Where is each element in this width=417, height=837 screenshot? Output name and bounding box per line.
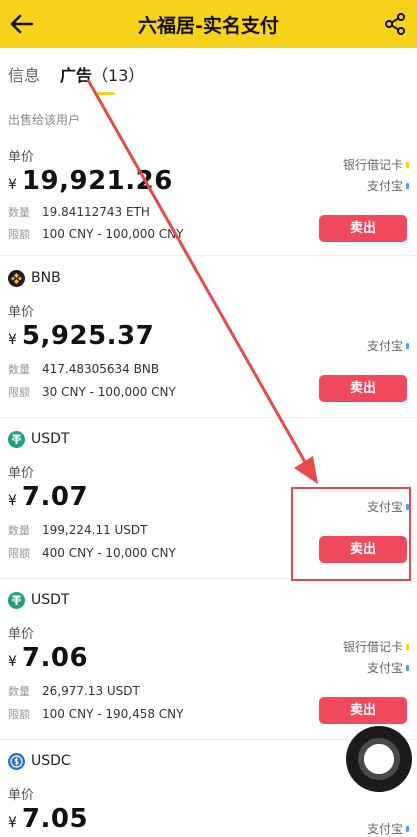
section-label: 出售给该用户 xyxy=(8,113,81,127)
tab-ads[interactable]: 广告（13） xyxy=(60,62,144,86)
bnb-icon xyxy=(8,269,25,287)
tab-ads-label: 广告 xyxy=(60,66,93,85)
coin-header: USDT xyxy=(8,429,69,449)
sell-button[interactable]: 卖出 xyxy=(319,697,407,724)
ad-card: 单价 ¥ 19,921.26 数量 19.84112743 ETH 限额 100 C… xyxy=(0,140,417,256)
coin-header: BNB xyxy=(8,268,61,288)
quantity-value: 417.48305634 BNB xyxy=(42,362,160,376)
quantity-label: 数量 xyxy=(8,206,30,219)
ad-card: USDT 单价 ¥ 7.06 数量 26,977.13 USDT 限额 100 CN… xyxy=(0,579,417,740)
coin-name: USDC xyxy=(31,753,71,769)
coin-name: USDT xyxy=(31,592,70,608)
usdt-icon xyxy=(8,591,25,609)
limit-row: 限额 100 CNY - 100,000 CNY xyxy=(8,226,184,242)
price-value: 19,921.26 xyxy=(21,166,173,196)
alipay-dot-icon xyxy=(406,825,409,832)
quantity-value: 26,977.13 USDT xyxy=(42,684,140,698)
price-value: 7.07 xyxy=(21,482,89,512)
usdc-icon xyxy=(8,752,25,770)
quantity-row: 数量 19.84112743 ETH xyxy=(8,204,150,220)
alipay-dot-icon xyxy=(406,342,409,349)
payment-method: 支付宝 xyxy=(367,820,409,837)
quantity-label: 数量 xyxy=(8,524,30,537)
unit-price-label: 单价 xyxy=(8,627,35,642)
page-title: 六福居-实名支付 xyxy=(138,15,279,37)
limit-value: 100 CNY - 100,000 CNY xyxy=(42,227,184,241)
coin-name: BNB xyxy=(31,270,61,286)
unit-price-label: 单价 xyxy=(8,305,35,320)
quantity-label: 数量 xyxy=(8,363,30,376)
limit-label: 限额 xyxy=(8,386,30,399)
app-header: 六福居-实名支付 xyxy=(0,0,417,48)
floating-assistive-button[interactable] xyxy=(346,726,412,792)
currency-symbol: ¥ xyxy=(8,654,17,670)
price: ¥ 7.07 xyxy=(8,482,88,512)
price-value: 5,925.37 xyxy=(21,321,155,351)
payment-method: 银行借记卡 xyxy=(343,156,409,173)
limit-value: 100 CNY - 190,458 CNY xyxy=(42,707,184,721)
sell-button[interactable]: 卖出 xyxy=(319,375,407,402)
price-value: 7.06 xyxy=(21,643,89,673)
coin-header: USDC xyxy=(8,751,71,771)
share-icon[interactable] xyxy=(383,12,407,36)
annotation-highlight-box xyxy=(291,487,411,581)
coin-header: USDT xyxy=(8,590,69,610)
currency-symbol: ¥ xyxy=(8,177,17,193)
quantity-row: 数量 417.48305634 BNB xyxy=(8,361,159,377)
alipay-dot-icon xyxy=(406,182,409,189)
payment-method: 支付宝 xyxy=(367,337,409,354)
payment-method: 支付宝 xyxy=(367,177,409,194)
payment-method: 银行借记卡 xyxy=(343,638,409,655)
sell-button[interactable]: 卖出 xyxy=(319,215,407,242)
unit-price-label: 单价 xyxy=(8,466,35,481)
unit-price-label: 单价 xyxy=(8,788,35,803)
bank-dot-icon xyxy=(406,161,409,168)
price: ¥ 19,921.26 xyxy=(8,166,173,196)
limit-label: 限额 xyxy=(8,547,30,560)
limit-label: 限额 xyxy=(8,708,30,721)
limit-value: 30 CNY - 100,000 CNY xyxy=(42,385,176,399)
price: ¥ 7.05 xyxy=(8,804,88,834)
limit-value: 400 CNY - 10,000 CNY xyxy=(42,546,176,560)
limit-label: 限额 xyxy=(8,228,30,241)
quantity-value: 199,224.11 USDT xyxy=(42,523,148,537)
coin-name: USDT xyxy=(31,431,70,447)
limit-row: 限额 30 CNY - 100,000 CNY xyxy=(8,384,176,400)
usdt-icon xyxy=(8,430,25,448)
quantity-row: 数量 199,224.11 USDT xyxy=(8,522,148,538)
currency-symbol: ¥ xyxy=(8,815,17,831)
bank-dot-icon xyxy=(406,643,409,650)
price: ¥ 5,925.37 xyxy=(8,321,154,351)
price-value: 7.05 xyxy=(21,804,89,834)
currency-symbol: ¥ xyxy=(8,493,17,509)
quantity-value: 19.84112743 ETH xyxy=(42,205,150,219)
unit-price-label: 单价 xyxy=(8,150,35,165)
limit-row: 限额 100 CNY - 190,458 CNY xyxy=(8,706,184,722)
price: ¥ 7.06 xyxy=(8,643,88,673)
limit-row: 限额 400 CNY - 10,000 CNY xyxy=(8,545,176,561)
alipay-dot-icon xyxy=(406,664,409,671)
currency-symbol: ¥ xyxy=(8,332,17,348)
tab-ads-count: （13） xyxy=(92,66,145,85)
active-tab-indicator xyxy=(97,92,115,95)
tab-bar: 信息 广告（13） xyxy=(0,48,417,100)
quantity-row: 数量 26,977.13 USDT xyxy=(8,683,140,699)
quantity-label: 数量 xyxy=(8,685,30,698)
ad-card: BNB 单价 ¥ 5,925.37 数量 417.48305634 BNB 限额 3… xyxy=(0,257,417,418)
payment-method: 支付宝 xyxy=(367,659,409,676)
tab-info[interactable]: 信息 xyxy=(8,62,40,86)
